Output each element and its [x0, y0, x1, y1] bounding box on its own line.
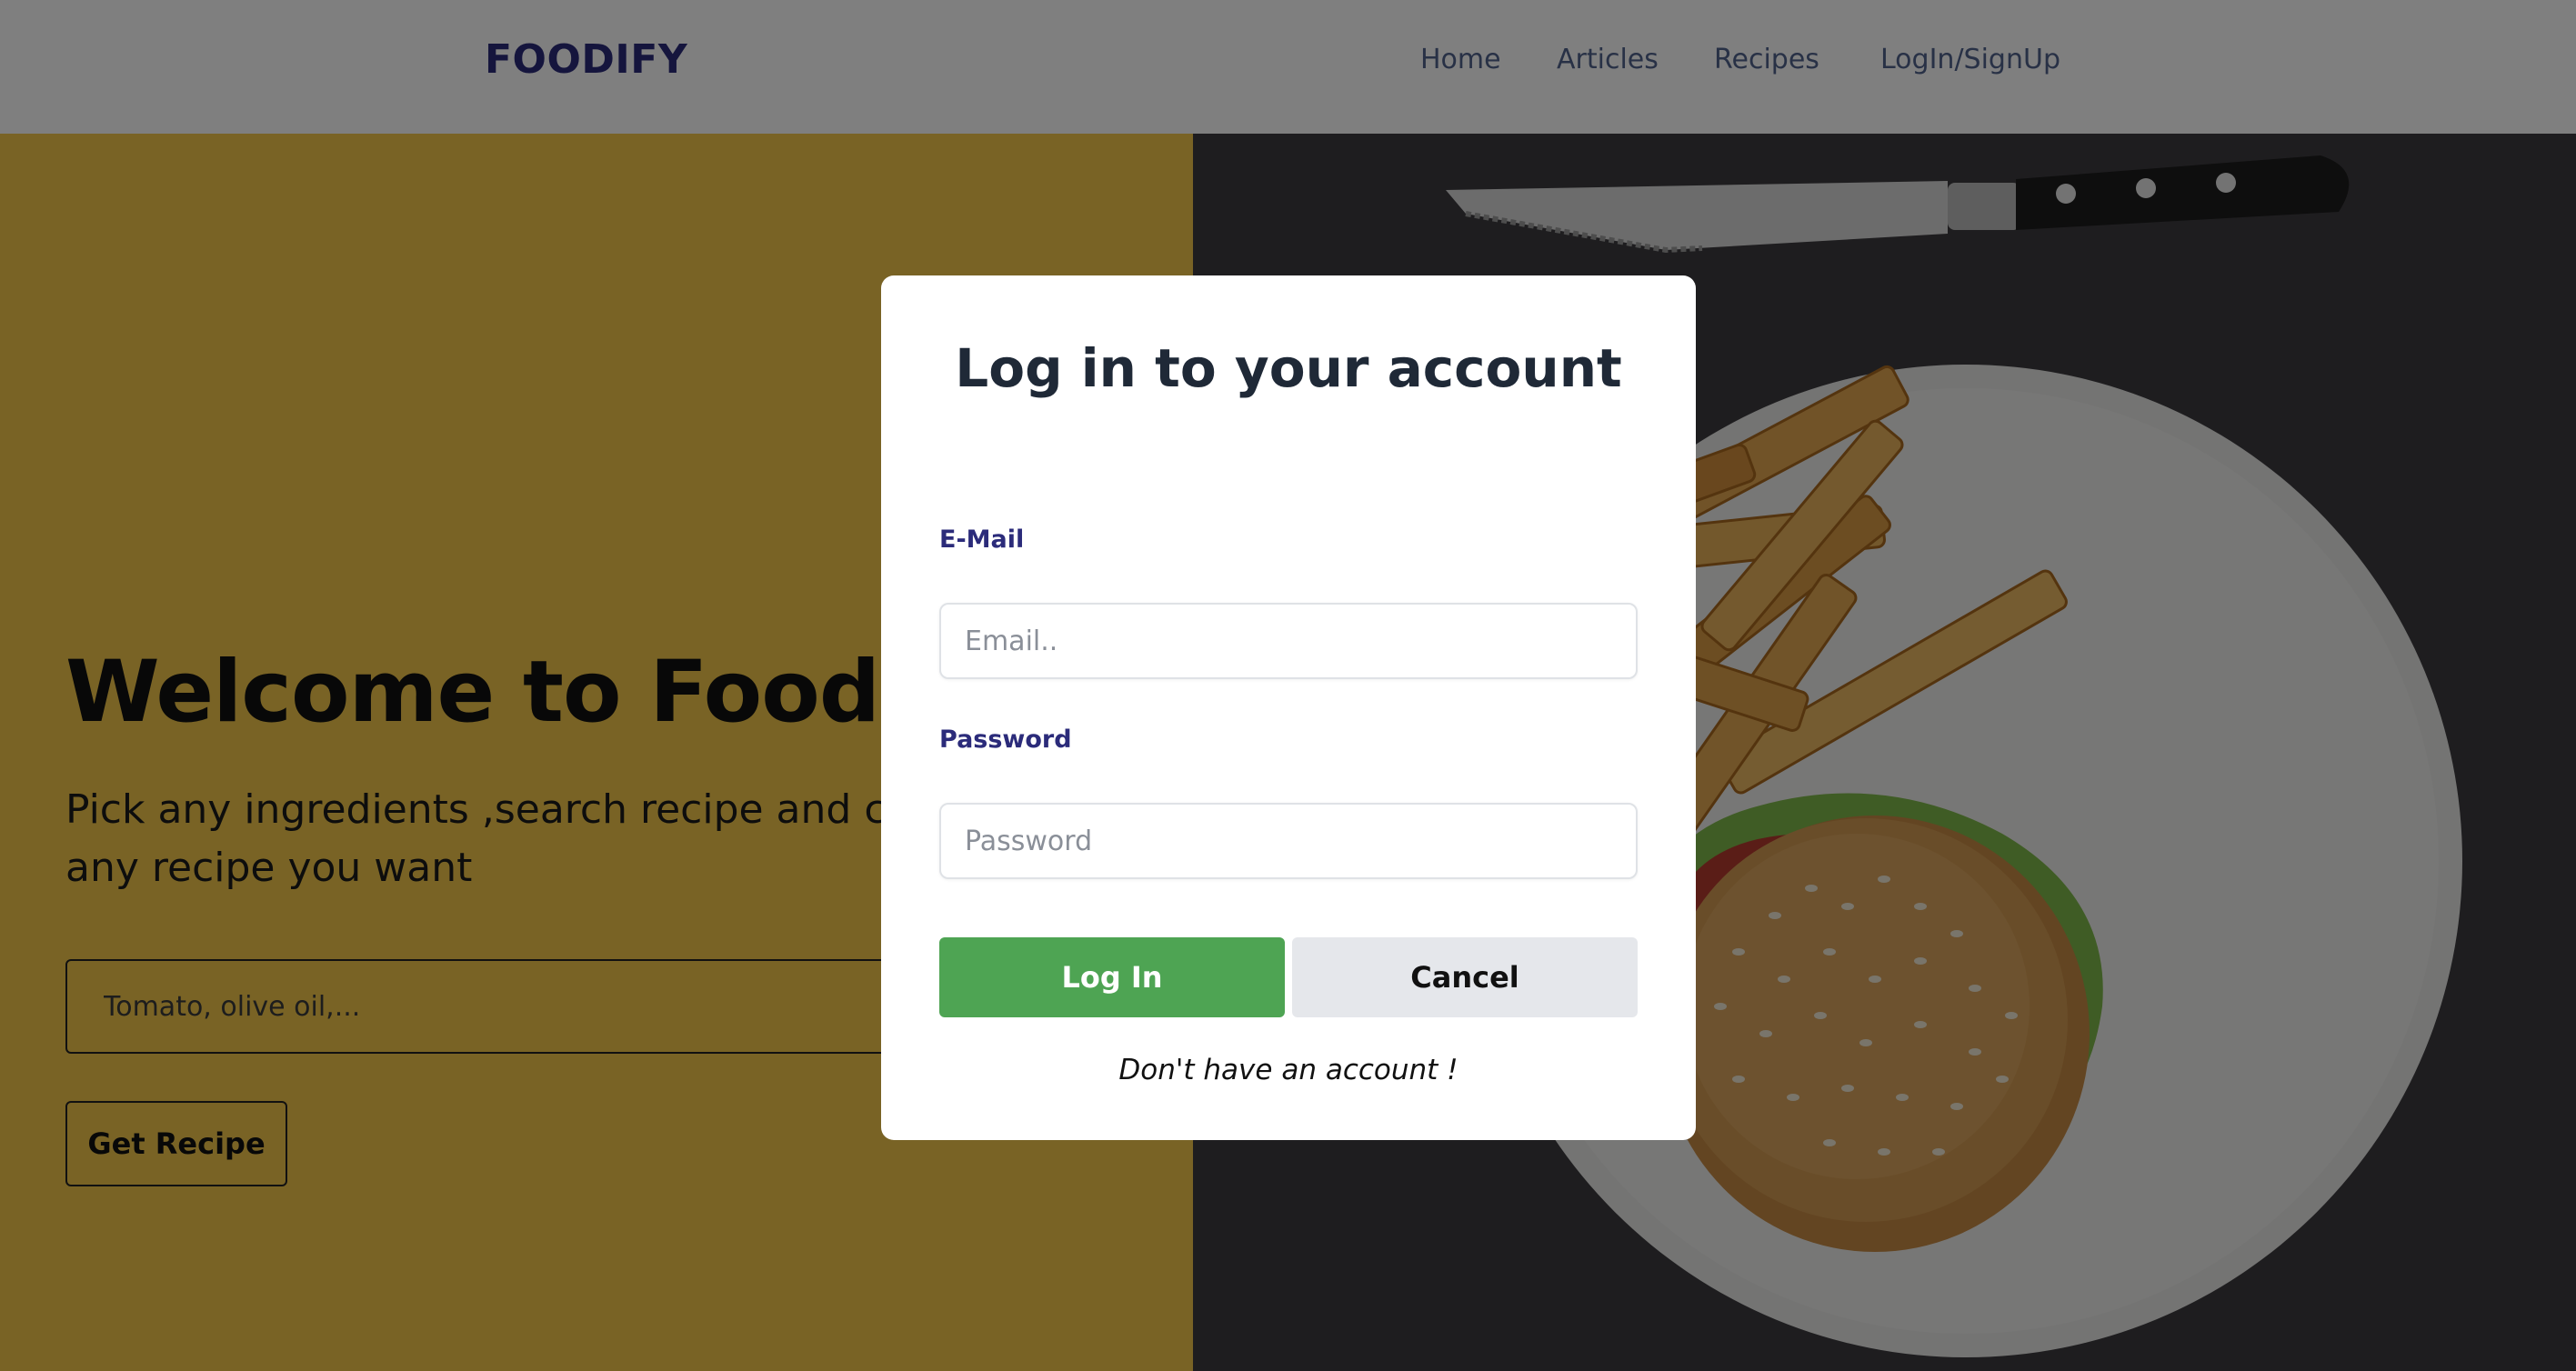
email-field[interactable]	[939, 603, 1638, 679]
email-label: E-Mail	[939, 525, 1025, 554]
password-field[interactable]	[939, 803, 1638, 879]
login-button[interactable]: Log In	[939, 937, 1285, 1017]
cancel-button[interactable]: Cancel	[1292, 937, 1638, 1017]
password-label: Password	[939, 726, 1072, 754]
login-modal: Log in to your account E-Mail Password L…	[881, 275, 1696, 1140]
modal-title: Log in to your account	[955, 337, 1622, 399]
signup-link[interactable]: Don't have an account !	[881, 1054, 1696, 1086]
